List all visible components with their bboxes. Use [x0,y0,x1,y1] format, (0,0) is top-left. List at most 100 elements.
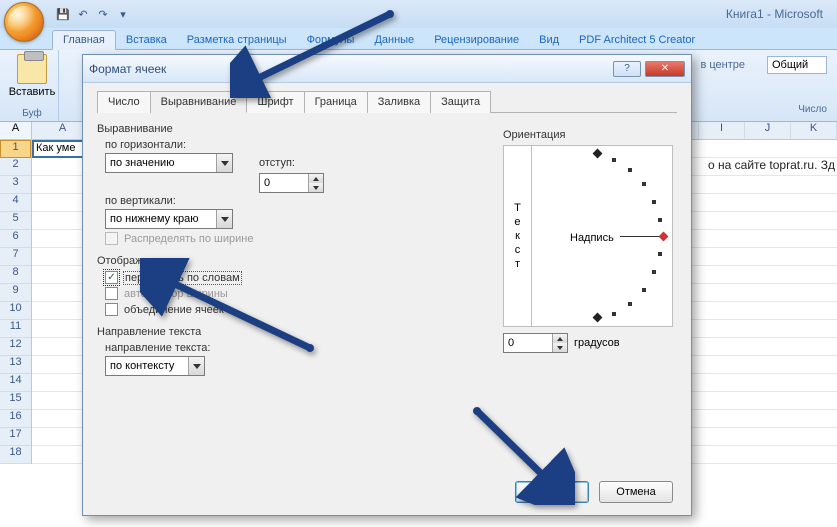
cell[interactable] [32,410,84,427]
wrap-text-label: переносить по словам [124,272,241,284]
cell[interactable] [32,302,84,319]
chevron-down-icon[interactable] [216,210,232,228]
dialog-tab-alignment[interactable]: Выравнивание [151,91,248,113]
indent-spinner[interactable] [259,173,324,193]
dialog-tab-font[interactable]: Шрифт [247,91,304,113]
format-cells-dialog: Формат ячеек ? ✕ Число Выравнивание Шриф… [82,54,692,516]
ribbon-tab-review[interactable]: Рецензирование [424,31,529,49]
autofit-checkbox[interactable] [105,287,118,300]
cell[interactable]: Как уме [32,140,84,158]
ribbon-tab-view[interactable]: Вид [529,31,569,49]
row-header[interactable]: 6 [0,230,31,248]
cell[interactable] [32,374,84,391]
cell[interactable] [32,446,84,463]
align-fragment: в центре [700,59,745,71]
spinner-up-icon[interactable] [309,174,323,183]
row-header[interactable]: 14 [0,374,31,392]
dialog-help-button[interactable]: ? [613,61,641,77]
ribbon-tab-pdf[interactable]: PDF Architect 5 Creator [569,31,705,49]
orientation-handle-icon[interactable] [659,232,669,242]
ribbon-tab-data[interactable]: Данные [364,31,424,49]
text-direction-combo[interactable] [105,356,205,376]
spinner-down-icon[interactable] [553,343,567,352]
dialog-tab-fill[interactable]: Заливка [368,91,431,113]
horizontal-align-value[interactable] [106,154,216,172]
text-direction-value[interactable] [106,357,188,375]
ribbon-tab-home[interactable]: Главная [52,30,116,50]
row-header[interactable]: 17 [0,428,31,446]
row-header[interactable]: 10 [0,302,31,320]
save-icon[interactable]: 💾 [54,5,72,23]
cell[interactable] [32,392,84,409]
dialog-close-button[interactable]: ✕ [645,61,685,77]
cell[interactable] [32,428,84,445]
row-header[interactable]: 3 [0,176,31,194]
cell[interactable] [32,338,84,355]
col-header-i[interactable]: I [699,122,745,139]
name-box[interactable]: A [0,122,32,139]
row-header[interactable]: 15 [0,392,31,410]
cell[interactable] [32,158,84,175]
row-header[interactable]: 13 [0,356,31,374]
degrees-spinner[interactable] [503,333,568,353]
row-header[interactable]: 5 [0,212,31,230]
title-bar: 💾 ↶ ↷ ▾ Книга1 - Microsoft [0,0,837,28]
dialog-titlebar[interactable]: Формат ячеек ? ✕ [83,55,691,83]
horizontal-align-combo[interactable] [105,153,233,173]
orientation-dial[interactable]: Надпись [532,146,672,326]
degrees-value[interactable] [504,334,552,352]
dialog-tab-number[interactable]: Число [97,91,151,113]
row-header[interactable]: 18 [0,446,31,464]
office-button[interactable] [4,2,44,42]
qat-customize-icon[interactable]: ▾ [114,5,132,23]
chevron-down-icon[interactable] [188,357,204,375]
indent-value[interactable] [260,174,308,192]
justify-label: Распределять по ширине [124,233,253,245]
clipboard-group: Вставить Буф [0,50,59,121]
row-header[interactable]: 16 [0,410,31,428]
redo-icon[interactable]: ↷ [94,5,112,23]
ribbon-tab-formulas[interactable]: Формулы [297,31,365,49]
cancel-button[interactable]: Отмена [599,481,673,503]
orientation-box[interactable]: Т е к с т Надпись [503,145,673,327]
undo-icon[interactable]: ↶ [74,5,92,23]
chevron-down-icon[interactable] [216,154,232,172]
cell[interactable] [32,212,84,229]
wrap-text-checkbox[interactable]: ✓ [105,271,118,284]
orientation-vertical-text-button[interactable]: Т е к с т [504,146,532,326]
dialog-tab-border[interactable]: Граница [305,91,368,113]
merge-cells-checkbox[interactable] [105,303,118,316]
row-header[interactable]: 11 [0,320,31,338]
row-header[interactable]: 7 [0,248,31,266]
paste-button[interactable]: Вставить [12,54,52,98]
cell[interactable] [32,284,84,301]
cell[interactable] [32,320,84,337]
cell[interactable] [32,176,84,193]
autofit-label: автоподбор ширины [124,288,228,300]
row-header[interactable]: 2 [0,158,31,176]
ribbon-tab-page-layout[interactable]: Разметка страницы [177,31,297,49]
row-header[interactable]: 4 [0,194,31,212]
ribbon-tab-insert[interactable]: Вставка [116,31,177,49]
dialog-tab-protection[interactable]: Защита [431,91,491,113]
ok-button[interactable]: ОК [515,481,589,503]
cell[interactable] [32,248,84,265]
number-format-select[interactable] [767,56,827,74]
col-header-j[interactable]: J [745,122,791,139]
spinner-down-icon[interactable] [309,183,323,192]
cell[interactable] [32,194,84,211]
spinner-up-icon[interactable] [553,334,567,343]
vertical-align-value[interactable] [106,210,216,228]
row-header[interactable]: 1 [0,140,31,158]
cell[interactable] [32,266,84,283]
row-header[interactable]: 12 [0,338,31,356]
number-group-label: Число [700,104,827,115]
ribbon-right: в центре Число [690,50,837,121]
cell[interactable] [32,230,84,247]
cell[interactable] [32,356,84,373]
row-header[interactable]: 9 [0,284,31,302]
dialog-title-text: Формат ячеек [89,62,166,76]
vertical-align-combo[interactable] [105,209,233,229]
col-header-k[interactable]: K [791,122,837,139]
row-header[interactable]: 8 [0,266,31,284]
